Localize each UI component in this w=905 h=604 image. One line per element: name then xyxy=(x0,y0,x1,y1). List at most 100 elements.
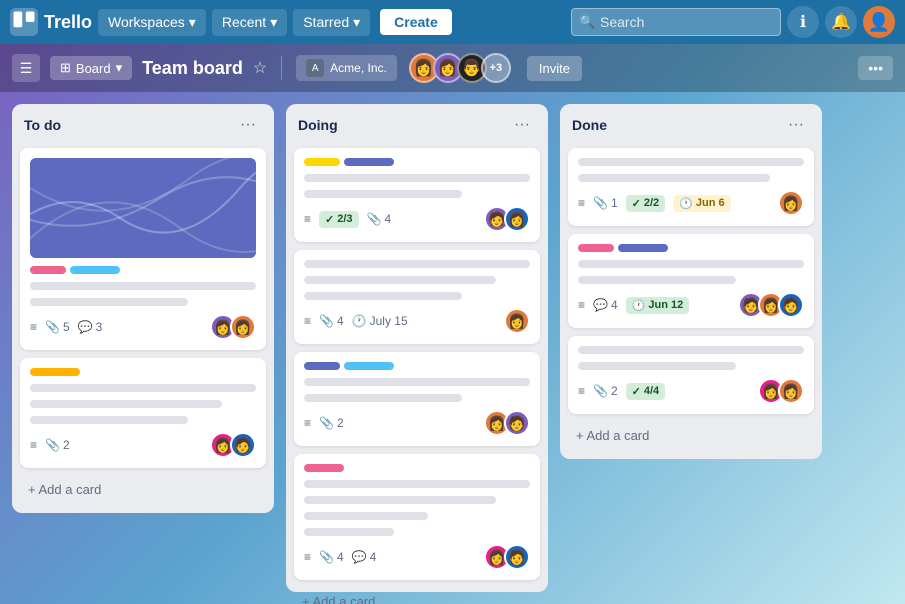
card-title-line-2 xyxy=(30,400,222,408)
assignee-avatar-2[interactable]: 🧑 xyxy=(504,410,530,436)
assignee-avatar-3[interactable]: 🧑 xyxy=(778,292,804,318)
add-card-button-doing[interactable]: + Add a card xyxy=(294,588,540,604)
board-header: ☰ ⊞ Board ▾ Team board ☆ A Acme, Inc. 👩 … xyxy=(0,44,905,92)
attachments-count: 📎 4 xyxy=(319,314,344,328)
sidebar-toggle-button[interactable]: ☰ xyxy=(12,54,40,82)
attachments-count: 📎 2 xyxy=(593,384,618,398)
card-doing-1[interactable]: ≡ ✓ 2/3 📎 4 🧑 👩 xyxy=(294,148,540,242)
card-meta: ≡ 💬 4 🕐 Jun 12 xyxy=(578,297,689,314)
label-indigo xyxy=(618,244,668,252)
description-icon: ≡ xyxy=(578,196,585,210)
card-labels xyxy=(304,158,530,166)
extra-members-count[interactable]: +3 xyxy=(481,53,511,83)
card-footer: ≡ 📎 4 💬 4 👩 🧑 xyxy=(304,544,530,570)
card-meta: ≡ 📎 2 ✓ 4/4 xyxy=(578,383,665,400)
column-doing-title: Doing xyxy=(298,117,338,133)
comments-count: 💬 4 xyxy=(593,298,618,312)
search-bar[interactable]: 🔍 xyxy=(571,8,781,36)
card-title-line-2 xyxy=(578,362,736,370)
card-title-line-1 xyxy=(578,346,804,354)
card-labels xyxy=(304,464,530,472)
trello-wordmark: Trello xyxy=(44,12,92,33)
card-title-line-2 xyxy=(578,174,770,182)
column-done-header: Done ··· xyxy=(568,114,814,140)
assignee-avatar-2[interactable]: 👩 xyxy=(230,314,256,340)
add-card-button-done[interactable]: + Add a card xyxy=(568,422,814,449)
column-done-menu[interactable]: ··· xyxy=(782,114,810,136)
member-avatars: 👩 👩 👨 +3 xyxy=(409,53,511,83)
card-meta: ≡ 📎 2 xyxy=(304,416,344,430)
label-yellow xyxy=(304,158,340,166)
notifications-button[interactable]: 🔔 xyxy=(825,6,857,38)
assignee-avatar-1[interactable]: 👩 xyxy=(778,190,804,216)
column-todo-title: To do xyxy=(24,117,61,133)
invite-button[interactable]: Invite xyxy=(527,56,582,81)
column-todo-header: To do ··· xyxy=(20,114,266,140)
search-input[interactable] xyxy=(571,8,781,36)
card-title-line-2 xyxy=(578,276,736,284)
assignee-avatar-2[interactable]: 🧑 xyxy=(504,544,530,570)
card-meta: ≡ 📎 2 xyxy=(30,438,70,452)
divider xyxy=(281,56,282,80)
chevron-down-icon: ▾ xyxy=(270,14,277,31)
card-doing-2[interactable]: ≡ 📎 4 🕐 July 15 👩 xyxy=(294,250,540,344)
description-icon: ≡ xyxy=(30,320,37,334)
card-todo-1[interactable]: ≡ 📎 5 💬 3 👩 👩 xyxy=(20,148,266,350)
column-done: Done ··· ≡ 📎 1 ✓ 2/2 xyxy=(560,104,822,459)
card-title-line-3 xyxy=(304,292,462,300)
card-done-2[interactable]: ≡ 💬 4 🕐 Jun 12 🧑 👩 🧑 xyxy=(568,234,814,328)
user-avatar[interactable]: 👤 xyxy=(863,6,895,38)
assignee-avatar-2[interactable]: 🧑 xyxy=(230,432,256,458)
card-meta: ≡ 📎 4 💬 4 xyxy=(304,550,376,564)
create-button[interactable]: Create xyxy=(380,9,452,35)
assignee-avatar-1[interactable]: 👩 xyxy=(504,308,530,334)
card-meta: ≡ 📎 4 🕐 July 15 xyxy=(304,314,408,328)
board-view-switcher[interactable]: ⊞ Board ▾ xyxy=(50,56,132,80)
attachments-count: 📎 2 xyxy=(45,438,70,452)
card-footer: ≡ 📎 2 ✓ 4/4 👩 👩 xyxy=(578,378,804,404)
due-date: 🕐 July 15 xyxy=(352,314,408,328)
recent-menu[interactable]: Recent ▾ xyxy=(212,9,287,36)
checklist-badge: ✓ 2/2 xyxy=(626,195,666,212)
starred-menu[interactable]: Starred ▾ xyxy=(293,9,370,36)
card-done-3[interactable]: ≡ 📎 2 ✓ 4/4 👩 👩 xyxy=(568,336,814,414)
more-options-button[interactable]: ••• xyxy=(858,56,893,80)
checklist-badge: ✓ 2/3 xyxy=(319,211,359,228)
card-title-line-1 xyxy=(304,260,530,268)
info-button[interactable]: ℹ xyxy=(787,6,819,38)
star-board-button[interactable]: ☆ xyxy=(253,58,267,78)
attachments-count: 📎 1 xyxy=(593,196,618,210)
card-cover-image xyxy=(30,158,256,258)
add-card-button-todo[interactable]: + Add a card xyxy=(20,476,266,503)
checklist-badge: ✓ 4/4 xyxy=(626,383,666,400)
due-date-badge: 🕐 Jun 6 xyxy=(673,195,730,212)
assignee-avatar-2[interactable]: 👩 xyxy=(778,378,804,404)
workspaces-menu[interactable]: Workspaces ▾ xyxy=(98,9,206,36)
card-footer: ≡ 📎 2 👩 🧑 xyxy=(304,410,530,436)
board-content: To do ··· xyxy=(0,92,905,604)
label-blue xyxy=(70,266,120,274)
label-yellow xyxy=(30,368,80,376)
card-title-line-2 xyxy=(304,496,496,504)
card-todo-2[interactable]: ≡ 📎 2 👩 🧑 xyxy=(20,358,266,468)
assignee-avatar-2[interactable]: 👩 xyxy=(504,206,530,232)
card-assignees: 👩 👩 xyxy=(210,314,256,340)
card-footer: ≡ 📎 2 👩 🧑 xyxy=(30,432,256,458)
description-icon: ≡ xyxy=(578,298,585,312)
card-doing-3[interactable]: ≡ 📎 2 👩 🧑 xyxy=(294,352,540,446)
card-labels xyxy=(30,266,256,274)
card-doing-4[interactable]: ≡ 📎 4 💬 4 👩 🧑 xyxy=(294,454,540,580)
label-pink xyxy=(30,266,66,274)
description-icon: ≡ xyxy=(578,384,585,398)
card-title-line-3 xyxy=(30,416,188,424)
card-title-line-1 xyxy=(578,158,804,166)
attachments-count: 📎 4 xyxy=(367,212,392,226)
column-todo-menu[interactable]: ··· xyxy=(234,114,262,136)
card-title-line-4 xyxy=(304,528,394,536)
card-title-line-2 xyxy=(304,276,496,284)
column-doing-menu[interactable]: ··· xyxy=(508,114,536,136)
description-icon: ≡ xyxy=(304,550,311,564)
trello-logo[interactable]: Trello xyxy=(10,8,92,36)
description-icon: ≡ xyxy=(304,416,311,430)
card-done-1[interactable]: ≡ 📎 1 ✓ 2/2 🕐 Jun 6 � xyxy=(568,148,814,226)
